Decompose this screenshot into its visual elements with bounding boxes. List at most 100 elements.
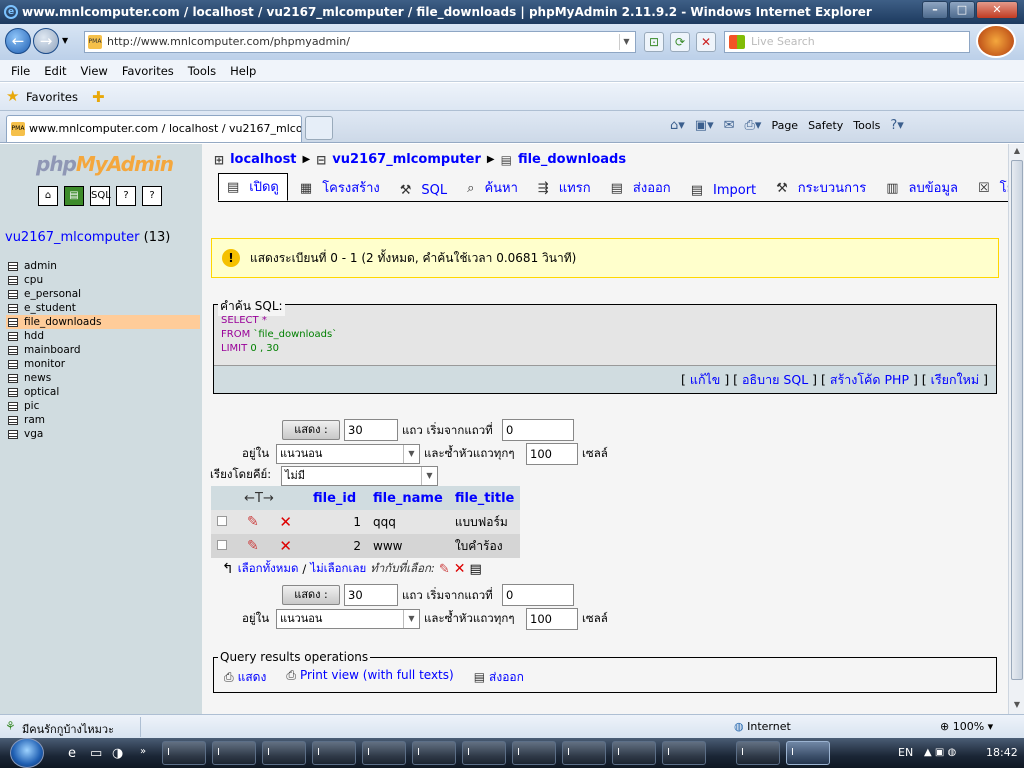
tab-empty[interactable]: ▥ ลบข้อมูล xyxy=(878,177,966,201)
table-icon[interactable] xyxy=(8,303,18,313)
table-link[interactable]: e_personal xyxy=(24,287,81,301)
table-icon[interactable] xyxy=(8,289,18,299)
table-item-e-student[interactable]: e_student xyxy=(6,301,200,315)
table-link[interactable]: e_student xyxy=(24,301,76,315)
vertical-scrollbar[interactable]: ▲ ▼ xyxy=(1008,144,1024,714)
table-link[interactable]: hdd xyxy=(24,329,44,343)
delete-icon[interactable]: ✕ xyxy=(279,513,292,531)
breadcrumb-server[interactable]: localhost xyxy=(230,152,296,167)
tab-browse[interactable]: ▤ เปิดดู xyxy=(218,173,288,201)
feeds-icon[interactable]: ▣▾ xyxy=(695,118,714,133)
tab-export[interactable]: ▤ ส่งออก xyxy=(603,177,679,201)
start-row-input[interactable]: 0 xyxy=(502,419,574,441)
table-item-hdd[interactable]: hdd xyxy=(6,329,200,343)
add-favorite-icon[interactable]: ✚ xyxy=(92,88,105,106)
menu-view[interactable]: View xyxy=(74,64,115,78)
tab-sql[interactable]: ⚒ SQL xyxy=(392,183,455,201)
taskbar-item-1[interactable]: I xyxy=(162,741,206,765)
refresh-link[interactable]: เรียกใหม่ xyxy=(931,372,979,387)
table-item-monitor[interactable]: monitor xyxy=(6,357,200,371)
taskbar-item-7[interactable]: I xyxy=(462,741,506,765)
favorites-star-icon[interactable]: ★ xyxy=(6,87,19,105)
table-link[interactable]: ram xyxy=(24,413,45,427)
mode-select[interactable]: แนวนอน ▼ xyxy=(276,444,420,464)
table-link[interactable]: cpu xyxy=(24,273,43,287)
taskbar-item-8[interactable]: I xyxy=(512,741,556,765)
tray-icons[interactable]: ▲ ▣ ◍ xyxy=(924,738,956,768)
address-dropdown-icon[interactable]: ▼ xyxy=(619,34,633,50)
taskbar-item-9[interactable]: I xyxy=(562,741,606,765)
sort-select[interactable]: ไม่มี ▼ xyxy=(281,466,438,486)
safety-menu[interactable]: Safety xyxy=(808,119,843,132)
quicklaunch-ie-icon[interactable]: e xyxy=(68,746,76,761)
edit-icon[interactable]: ✎ xyxy=(247,538,259,554)
breadcrumb-database[interactable]: vu2167_mlcomputer xyxy=(332,152,481,167)
table-link[interactable]: news xyxy=(24,371,51,385)
new-tab-button[interactable] xyxy=(305,116,333,140)
edit-sql-link[interactable]: แก้ไข xyxy=(690,372,720,387)
tab-operations[interactable]: ⚒ กระบวนการ xyxy=(768,177,874,201)
tab-insert[interactable]: ⇶ แทรก xyxy=(530,177,599,201)
table-link[interactable]: vga xyxy=(24,427,43,441)
table-link[interactable]: mainboard xyxy=(24,343,81,357)
scroll-up-icon[interactable]: ▲ xyxy=(1011,146,1023,158)
home-icon[interactable]: ⌂▾ xyxy=(670,118,685,133)
mail-icon[interactable]: ✉ xyxy=(724,118,735,133)
favorites-button[interactable]: Favorites xyxy=(26,90,78,104)
tab-import[interactable]: ▤ Import xyxy=(683,183,764,201)
database-name[interactable]: vu2167_mlcomputer (13) xyxy=(5,230,170,245)
rows-input[interactable]: 30 xyxy=(344,419,398,441)
taskbar-item-13[interactable]: I xyxy=(786,741,830,765)
tab-structure[interactable]: ▦ โครงสร้าง xyxy=(292,177,388,201)
mysql-docs-icon[interactable]: ? xyxy=(142,186,162,206)
table-link[interactable]: optical xyxy=(24,385,59,399)
address-input[interactable]: PMA http://www.mnlcomputer.com/phpmyadmi… xyxy=(84,31,636,53)
table-link[interactable]: admin xyxy=(24,259,57,273)
taskbar-item-10[interactable]: I xyxy=(612,741,656,765)
minimize-button[interactable]: – xyxy=(922,1,948,19)
explain-sql-link[interactable]: อธิบาย SQL xyxy=(742,372,808,387)
table-item-news[interactable]: news xyxy=(6,371,200,385)
table-icon[interactable] xyxy=(8,275,18,285)
maximize-button[interactable]: □ xyxy=(949,1,975,19)
table-icon[interactable] xyxy=(8,429,18,439)
docs-icon[interactable]: ? xyxy=(116,186,136,206)
table-item-ram[interactable]: ram xyxy=(6,413,200,427)
search-input[interactable]: Live Search xyxy=(724,31,970,53)
create-php-link[interactable]: สร้างโค้ด PHP xyxy=(830,372,909,387)
tab-search[interactable]: ⌕ ค้นหา xyxy=(459,177,526,201)
table-item-admin[interactable]: admin xyxy=(6,259,200,273)
quicklaunch-app-icon[interactable]: ◑ xyxy=(112,746,123,761)
table-icon[interactable] xyxy=(8,331,18,341)
exit-icon[interactable]: ▤ xyxy=(64,186,84,206)
quicklaunch-desktop-icon[interactable]: ▭ xyxy=(90,746,102,761)
phpmyadmin-logo[interactable]: phpMyAdmin xyxy=(36,152,174,176)
repeat-input[interactable]: 100 xyxy=(526,443,578,465)
table-item-vga[interactable]: vga xyxy=(6,427,200,441)
table-icon[interactable] xyxy=(8,415,18,425)
start-row-input-bottom[interactable]: 0 xyxy=(502,584,574,606)
column-nav-header[interactable]: ←T→ xyxy=(211,486,307,510)
table-icon[interactable] xyxy=(8,345,18,355)
table-link[interactable]: monitor xyxy=(24,357,65,371)
page-menu[interactable]: Page xyxy=(771,119,798,132)
sql-query-icon[interactable]: SQL xyxy=(90,186,111,206)
start-button[interactable] xyxy=(10,738,44,768)
menu-tools[interactable]: Tools xyxy=(181,64,223,78)
row-checkbox[interactable] xyxy=(217,540,227,550)
mode-select-bottom[interactable]: แนวนอน ▼ xyxy=(276,609,420,629)
print-view-link[interactable]: ⎙ แสดง xyxy=(224,668,266,687)
column-header-file-name[interactable]: file_name xyxy=(367,486,449,510)
rows-input-bottom[interactable]: 30 xyxy=(344,584,398,606)
taskbar-item-11[interactable]: I xyxy=(662,741,706,765)
taskbar-item-6[interactable]: I xyxy=(412,741,456,765)
menu-help[interactable]: Help xyxy=(223,64,263,78)
language-indicator[interactable]: EN xyxy=(898,738,913,768)
breadcrumb-table[interactable]: file_downloads xyxy=(518,152,626,167)
close-button[interactable]: ✕ xyxy=(976,1,1018,19)
security-zone[interactable]: ◍ Internet xyxy=(734,720,791,733)
history-dropdown-icon[interactable]: ▼ xyxy=(62,36,68,45)
menu-favorites[interactable]: Favorites xyxy=(115,64,181,78)
table-item-file-downloads[interactable]: file_downloads xyxy=(6,315,200,329)
table-icon[interactable] xyxy=(8,373,18,383)
